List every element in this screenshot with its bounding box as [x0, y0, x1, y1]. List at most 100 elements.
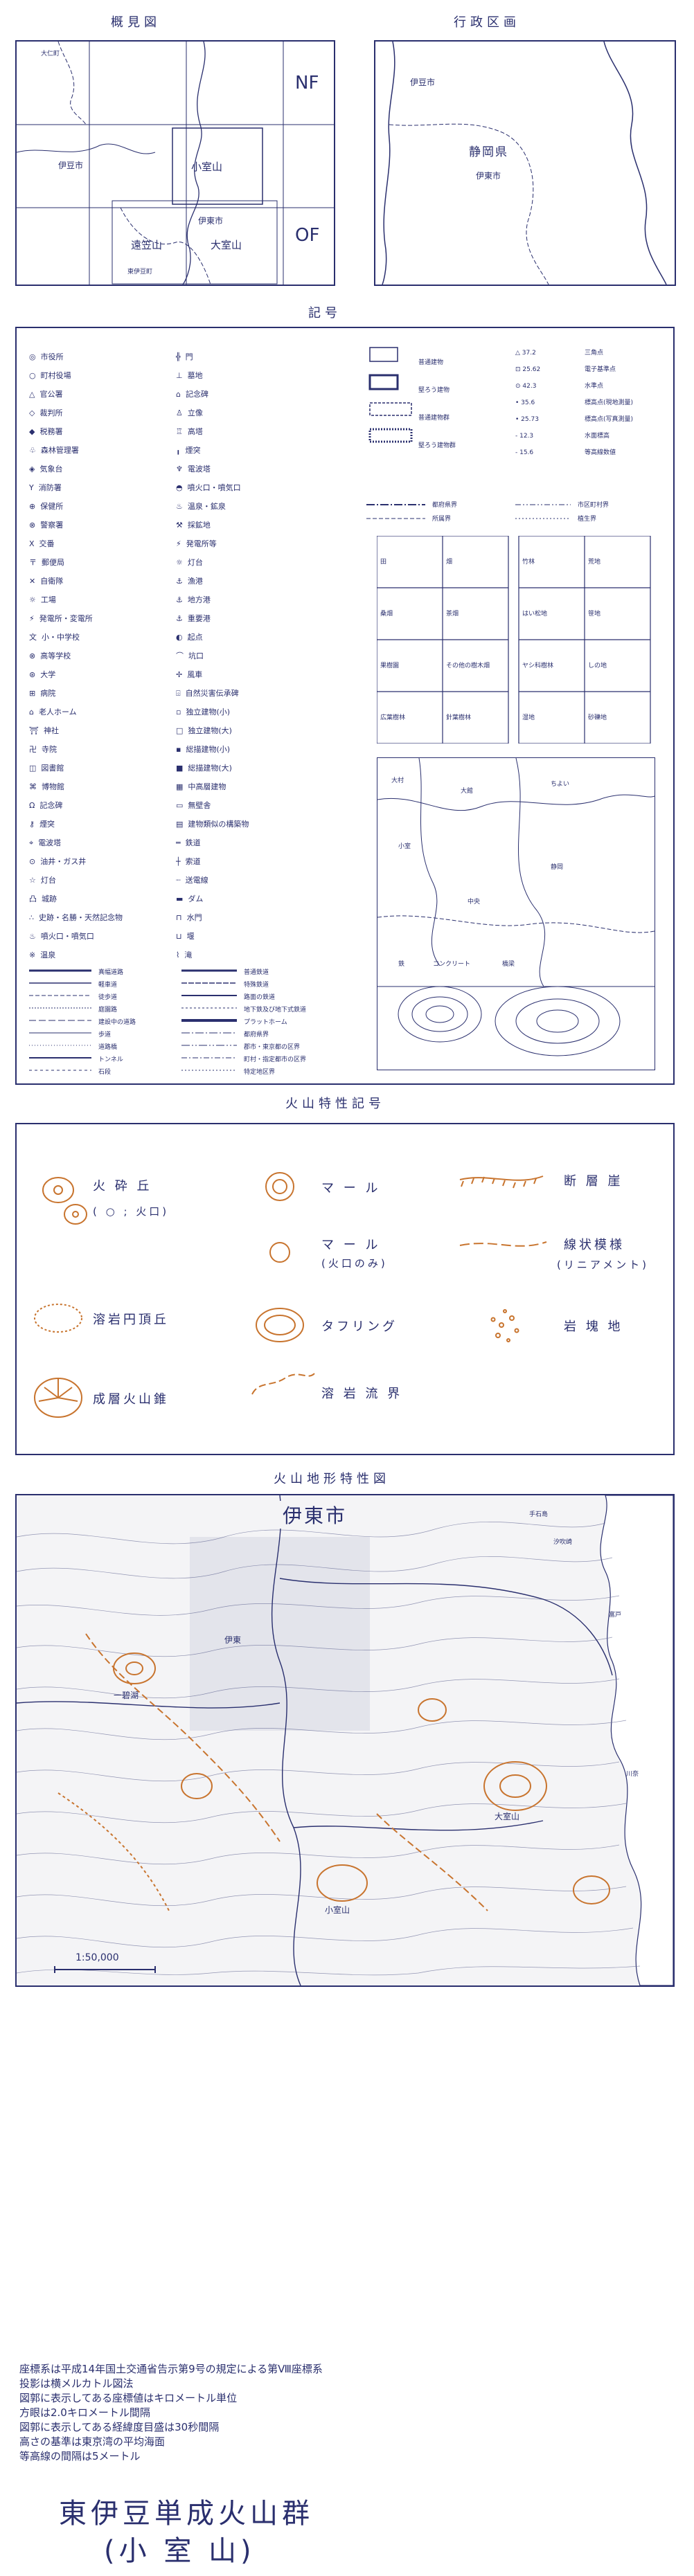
point-item: ⊙ 42.3	[515, 383, 537, 390]
legend-item: ■ 総描建物(大)	[176, 764, 232, 773]
overview-label-omuro: 大室山	[211, 239, 242, 251]
legend-item: ⌹ 自然災害伝承碑	[176, 689, 239, 698]
note-line: 等高線の間隔は5メートル	[19, 2450, 141, 2462]
overview-label-izu: 伊豆市	[58, 161, 84, 170]
point-label: 電子基準点	[585, 366, 616, 373]
map-place-label: 伊東	[224, 1635, 242, 1645]
vegetation-label: 畑	[446, 559, 453, 566]
legend-block-field-label: 岩 塊 地	[564, 1319, 623, 1334]
legend-item: ◇ 裁判所	[29, 408, 63, 417]
note-line: 図郭に表示してある座標値はキロメートル単位	[19, 2392, 238, 2404]
legend-maar-crater-sub: (火口のみ)	[321, 1257, 388, 1270]
legend-item: ☆ 灯台	[29, 876, 56, 885]
legend-item: ⌖ 電波塔	[29, 838, 62, 847]
terrain-sample-graphics	[377, 757, 655, 1056]
map-place-label: 川奈	[626, 1771, 639, 1778]
point-item: ⊡ 25.62	[515, 366, 541, 373]
rail-label: 町村・指定都市の区界	[244, 1056, 307, 1063]
legend-item: ⌒ 坑口	[176, 651, 204, 660]
legend-item: 〒 郵便局	[29, 558, 64, 567]
point-label: 標高点(現地測量)	[585, 399, 634, 406]
point-label: 等高線数値	[585, 449, 616, 456]
overview-label-ito: 伊東市	[198, 216, 224, 226]
legend-item: ⊥ 墓地	[176, 371, 203, 380]
note-line: 投影は横メルカトル図法	[19, 2377, 134, 2390]
legend-item: ⊞ 病院	[29, 689, 56, 698]
vegetation-legend: 田 畑 桑畑 茶畑 果樹園 その他の樹木畑 広葉樹林 針葉樹林 竹林 荒地 はい…	[376, 535, 654, 744]
overview-label-komuro: 小室山	[191, 161, 223, 173]
road-label: 歩道	[98, 1032, 112, 1038]
legend-item: ╻ 煙突	[176, 446, 201, 455]
overview-label-higashiizu: 東伊豆町	[127, 269, 153, 276]
legend-item: ▦ 中高層建物	[176, 782, 226, 791]
legend-column-1: ◎ 市役所 ○ 町村役場 △ 官公署 ◇ 裁判所 ◆ 税務署 ♧ 森林管理署 ◈…	[29, 348, 168, 964]
legend-item: ♆ 電波塔	[176, 465, 211, 474]
map-place-label: 手石島	[529, 1511, 549, 1518]
legend-item: ▤ 建物類似の構築物	[176, 820, 249, 829]
buildings-points-legend: 普通建物 堅ろう建物 普通建物群 堅ろう建物群 △ 37.2 ⊡ 25.62 ⊙…	[363, 342, 661, 487]
map-notes: 座標系は平成14年国土交通省告示第9号の規定による第Ⅷ座標系 投影は横メルカトル…	[19, 2362, 323, 2464]
rail-label: 路面の鉄道	[244, 994, 276, 1001]
boundary-legend: 都府県界 市区町村界 所属界 植生界	[363, 498, 661, 525]
road-label: 石段	[98, 1069, 112, 1076]
legend-item: ╬ 門	[176, 352, 193, 361]
map-place-label: 大室山	[495, 1812, 520, 1821]
note-line: 高さの基準は東京湾の平均海面	[19, 2435, 166, 2448]
terrain-label: コンクリート	[433, 961, 471, 968]
map-scale-label: 1:50,000	[75, 1952, 119, 1963]
road-label: トンネル	[98, 1056, 123, 1063]
point-item: △ 37.2	[515, 350, 536, 357]
road-label: 建設中の道路	[98, 1019, 136, 1026]
legend-pyroclastic-cone-label: 火 砕 丘	[93, 1179, 152, 1194]
road-label: 庭園路	[98, 1007, 118, 1014]
point-labels: 三角点 電子基準点 水準点 標高点(現地測量) 標高点(写真測量) 水面標高 等…	[585, 345, 633, 461]
point-item: • 25.73	[515, 416, 539, 423]
legend-item: ⚓ 地方港	[176, 595, 211, 604]
road-label: 真幅道路	[98, 969, 124, 976]
terrain-label: 橋梁	[502, 961, 515, 968]
rail-label: 地下鉄及び地下式鉄道	[244, 1007, 307, 1014]
legend-item: ◓ 噴火口・噴気口	[176, 483, 241, 492]
terrain-label: 大館	[461, 788, 474, 795]
point-item: - 15.6	[515, 449, 534, 456]
legend-maar-label: マ ー ル	[321, 1181, 381, 1196]
vegetation-label: 笹地	[588, 611, 601, 618]
legend-item: Y 消防署	[29, 483, 62, 492]
symbols-legend: ◎ 市役所 ○ 町村役場 △ 官公署 ◇ 裁判所 ◆ 税務署 ♧ 森林管理署 ◈…	[15, 327, 675, 1085]
legend-item: X 交番	[29, 539, 55, 548]
legend-item: ═ 鉄道	[176, 838, 201, 847]
map-city-label: 伊東市	[280, 1501, 350, 1529]
admin-header: 行政区画	[454, 15, 520, 30]
legend-stratovolcano-label: 成層火山錐	[93, 1392, 169, 1407]
vegetation-label: 砂礫地	[588, 714, 607, 721]
point-label: 標高点(写真測量)	[585, 416, 634, 423]
legend-lava-dome-label: 溶岩円頂丘	[93, 1313, 169, 1327]
legend-item: ⌘ 博物館	[29, 782, 64, 791]
legend-item: ⊙ 油井・ガス井	[29, 857, 87, 866]
map-place-label: 富戸	[609, 1612, 622, 1619]
legend-item: ◆ 税務署	[29, 427, 63, 436]
terrain-label: 中央	[468, 899, 481, 906]
vegetation-label: しの地	[588, 663, 607, 669]
boundary-label: 都府県界	[432, 502, 458, 509]
legend-item: ⊗ 警察署	[29, 521, 64, 530]
boundary-label: 植生界	[578, 516, 597, 523]
legend-item: ♖ 高塔	[176, 427, 203, 436]
legend-item: ┈ 送電線	[176, 876, 208, 885]
legend-item: ♨ 温泉・鉱泉	[176, 502, 226, 511]
legend-item: ◫ 図書館	[29, 764, 64, 773]
legend-item: 卍 寺院	[29, 745, 57, 754]
admin-label-ito: 伊東市	[476, 171, 501, 181]
vegetation-label: 桑畑	[380, 611, 393, 618]
terrain-label: ちよい	[551, 781, 570, 788]
legend-item: ※ 温泉	[29, 951, 56, 960]
legend-item: ◈ 気象台	[29, 465, 63, 474]
legend-item: ◐ 起点	[176, 633, 203, 642]
legend-item: □ 独立建物(大)	[176, 726, 232, 735]
overview-label-of: OF	[295, 225, 320, 246]
point-label: 三角点	[585, 350, 604, 357]
terrain-label: 鉄	[398, 961, 405, 968]
legend-lava-flow-label: 溶 岩 流 界	[321, 1387, 403, 1401]
point-item: - 12.3	[515, 433, 534, 440]
overview-label-ohito: 大仁町	[41, 51, 60, 57]
